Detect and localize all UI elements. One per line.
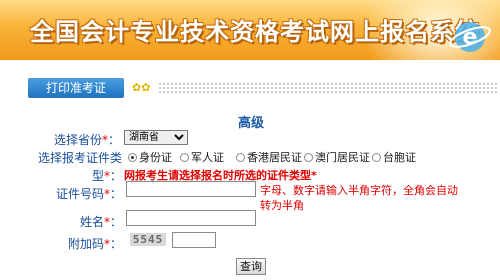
colon: ： [109,169,122,183]
e-logo-icon: e [449,22,491,52]
radio-label: 身份证 [139,151,172,164]
radio-taiwan-card[interactable]: 台胞证 [372,149,416,165]
radio-dot[interactable] [180,152,189,162]
query-button[interactable]: 查询 [236,258,266,275]
captcha-label-text: 附加码 [67,237,104,251]
colon: ： [109,215,122,229]
radio-military-card[interactable]: 军人证 [180,149,224,165]
radio-dot[interactable] [128,152,137,162]
province-label-text: 选择省份 [54,133,103,147]
radio-id-card[interactable]: 身份证 [128,149,172,165]
radio-dot[interactable] [304,152,313,162]
id-type-label-text: 选择报考证件类 [37,151,122,165]
radio-label: 香港居民证 [247,151,302,164]
header-banner: 全国会计专业技术资格考试网上报名系统 e [0,0,500,60]
name-label: 姓名*： [56,213,122,230]
radio-dot[interactable] [236,152,245,162]
province-label: 选择省份*： [54,131,120,148]
colon: ： [109,237,122,251]
tab-print-ticket[interactable]: 打印准考证 [28,78,124,98]
captcha-input[interactable] [172,232,216,248]
colon: ： [108,133,121,147]
radio-dot[interactable] [372,152,381,162]
system-title: 全国会计专业技术资格考试网上报名系统 [30,17,480,46]
id-number-input[interactable] [126,181,256,197]
id-type-label-cont: 型*： [90,167,122,184]
radio-macau-card[interactable]: 澳门居民证 [304,149,370,165]
radio-label: 台胞证 [383,151,416,164]
logo-letter: e [463,25,478,50]
captcha-image: 5545 [130,233,166,246]
province-select[interactable]: 湖南省 [124,130,188,145]
id-number-hint: 字母、数字请输入半角字符，全角会自动转为半角 [260,184,458,212]
id-type-label-text-2: 型 [91,169,104,183]
id-type-label: 选择报考证件类 [30,149,122,166]
name-input[interactable] [126,210,256,226]
exam-level: 高级 [238,116,265,131]
captcha-label: 附加码*： [56,235,122,252]
id-number-label: 证件号码*： [56,185,122,202]
radio-hongkong-card[interactable]: 香港居民证 [236,149,302,165]
dotted-divider [158,82,498,94]
required-mark: * [311,169,317,182]
id-number-label-text: 证件号码 [56,187,105,201]
radio-label: 澳门居民证 [315,151,370,164]
tab-row: 打印准考证 ✿✿ [28,78,498,98]
star-icon: ✿✿ [132,81,151,94]
colon: ： [110,187,123,201]
name-label-text: 姓名 [79,215,104,229]
radio-label: 军人证 [191,151,224,164]
